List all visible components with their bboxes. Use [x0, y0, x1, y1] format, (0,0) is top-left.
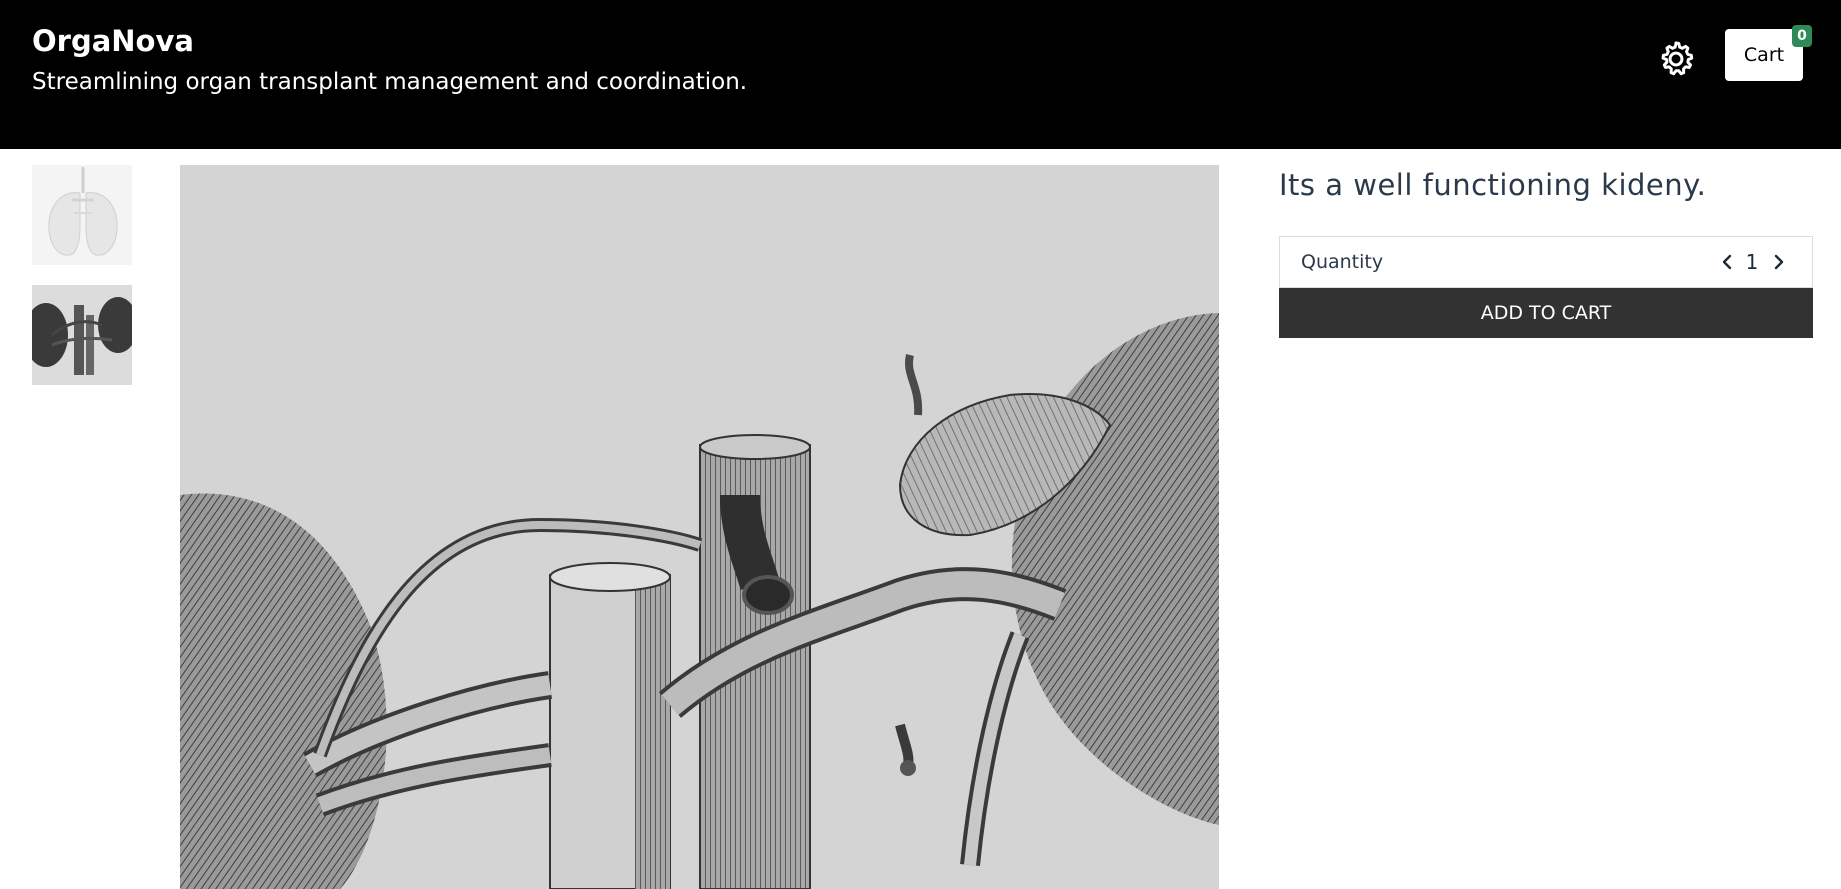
gear-icon[interactable] — [1655, 38, 1697, 80]
quantity-selector: Quantity 1 — [1279, 236, 1813, 288]
lungs-illustration-icon — [32, 165, 132, 265]
site-header: OrgaNova Streamlining organ transplant m… — [0, 0, 1841, 149]
cart-count-badge: 0 — [1792, 25, 1812, 47]
chevron-right-icon[interactable] — [1768, 250, 1790, 274]
quantity-value: 1 — [1745, 250, 1759, 274]
quantity-label: Quantity — [1301, 251, 1384, 273]
thumbnail-lungs[interactable] — [32, 165, 132, 265]
thumbnail-kidney[interactable] — [32, 285, 132, 385]
product-main-image — [180, 165, 1219, 889]
kidney-illustration-icon — [32, 285, 132, 385]
chevron-left-icon[interactable] — [1716, 250, 1738, 274]
add-to-cart-button[interactable]: ADD TO CART — [1279, 288, 1813, 338]
brand-tagline: Streamlining organ transplant management… — [32, 69, 748, 95]
product-title: Its a well functioning kideny. — [1279, 168, 1707, 202]
brand-title[interactable]: OrgaNova — [32, 24, 194, 58]
kidney-anatomy-engraving-icon — [180, 165, 1219, 889]
